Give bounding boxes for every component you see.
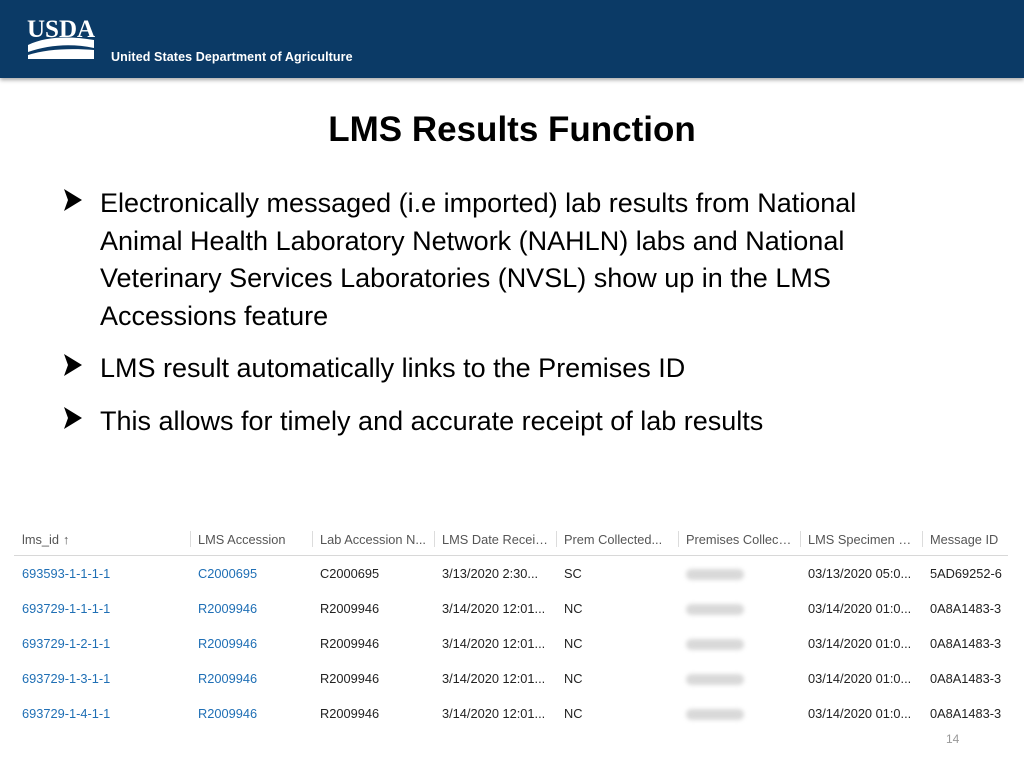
date-received-cell: 3/14/2020 12:01... <box>442 706 546 721</box>
column-header-prem-collected[interactable]: Prem Collected... <box>556 523 678 556</box>
specimen-received-cell: 03/13/2020 05:0... <box>808 566 912 581</box>
accession-link[interactable]: R2009946 <box>190 696 312 731</box>
lms-id-link[interactable]: 693729-1-4-1-1 <box>14 696 190 731</box>
lab-accession-cell: R2009946 <box>320 636 380 651</box>
lms-id-link[interactable]: 693729-1-3-1-1 <box>14 661 190 696</box>
table-row[interactable]: 693729-1-2-1-1 R2009946 R2009946 3/14/20… <box>14 626 1008 661</box>
prem-collected-cell: NC <box>564 601 583 616</box>
lms-results-grid: lms_id ↑ LMS Accession Lab Accession N...… <box>14 523 1008 737</box>
lab-accession-cell: R2009946 <box>320 671 380 686</box>
premises-redacted-cell <box>678 626 800 661</box>
prem-collected-cell: NC <box>564 671 583 686</box>
lms-id-link[interactable]: 693729-1-1-1-1 <box>14 591 190 626</box>
message-id-cell: 0A8A1483-3 <box>930 671 1002 686</box>
usda-header-banner: USDA United States Department of Agricul… <box>0 0 1024 78</box>
lms-id-link[interactable]: 693593-1-1-1-1 <box>14 556 190 592</box>
bullet-item: LMS result automatically links to the Pr… <box>62 350 942 388</box>
department-name: United States Department of Agriculture <box>111 50 353 64</box>
bullet-text: Electronically messaged (i.e imported) l… <box>100 188 857 331</box>
accession-link[interactable]: C2000695 <box>190 556 312 592</box>
bullet-text: LMS result automatically links to the Pr… <box>100 353 686 383</box>
bullet-item: Electronically messaged (i.e imported) l… <box>62 185 942 335</box>
premises-redacted-cell <box>678 556 800 592</box>
specimen-received-cell: 03/14/2020 01:0... <box>808 671 912 686</box>
redacted-value <box>686 639 744 651</box>
lab-accession-cell: C2000695 <box>320 566 380 581</box>
message-id-cell: 0A8A1483-3 <box>930 706 1002 721</box>
specimen-received-cell: 03/14/2020 01:0... <box>808 636 912 651</box>
results-table: lms_id ↑ LMS Accession Lab Accession N...… <box>14 523 1008 731</box>
column-header-message-id[interactable]: Message ID <box>922 523 1008 556</box>
message-id-cell: 5AD69252-6 <box>930 566 1002 581</box>
date-received-cell: 3/14/2020 12:01... <box>442 671 546 686</box>
redacted-value <box>686 709 744 721</box>
accession-link[interactable]: R2009946 <box>190 626 312 661</box>
prem-collected-cell: NC <box>564 636 583 651</box>
column-header-lms-id[interactable]: lms_id ↑ <box>14 523 190 556</box>
lms-id-link[interactable]: 693729-1-2-1-1 <box>14 626 190 661</box>
sort-ascending-icon[interactable]: ↑ <box>63 532 69 547</box>
message-id-cell: 0A8A1483-3 <box>930 636 1002 651</box>
arrowhead-bullet-icon <box>64 189 82 211</box>
redacted-value <box>686 569 744 581</box>
lab-accession-cell: R2009946 <box>320 601 380 616</box>
bullet-text: This allows for timely and accurate rece… <box>100 405 764 436</box>
accession-link[interactable]: R2009946 <box>190 661 312 696</box>
table-row[interactable]: 693593-1-1-1-1 C2000695 C2000695 3/13/20… <box>14 556 1008 592</box>
prem-collected-cell: SC <box>564 566 582 581</box>
redacted-value <box>686 674 744 686</box>
slide-title: LMS Results Function <box>328 110 696 149</box>
table-row[interactable]: 693729-1-4-1-1 R2009946 R2009946 3/14/20… <box>14 696 1008 731</box>
arrowhead-bullet-icon <box>64 406 82 429</box>
usda-logo: USDA <box>27 16 95 59</box>
specimen-received-cell: 03/14/2020 01:0... <box>808 706 912 721</box>
premises-redacted-cell <box>678 696 800 731</box>
lab-accession-cell: R2009946 <box>320 706 380 721</box>
column-header-specimen-received[interactable]: LMS Specimen R... <box>800 523 922 556</box>
column-header-lms-accession[interactable]: LMS Accession <box>190 523 312 556</box>
arrowhead-bullet-icon <box>64 354 82 376</box>
page-number: 14 <box>946 732 960 746</box>
bullet-item: This allows for timely and accurate rece… <box>62 403 942 441</box>
column-header-lab-accession[interactable]: Lab Accession N... <box>312 523 434 556</box>
premises-redacted-cell <box>678 591 800 626</box>
column-header-premises-collect[interactable]: Premises Collect... <box>678 523 800 556</box>
table-header-row: lms_id ↑ LMS Accession Lab Accession N...… <box>14 523 1008 556</box>
prem-collected-cell: NC <box>564 706 583 721</box>
premises-redacted-cell <box>678 661 800 696</box>
accession-link[interactable]: R2009946 <box>190 591 312 626</box>
table-row[interactable]: 693729-1-3-1-1 R2009946 R2009946 3/14/20… <box>14 661 1008 696</box>
table-row[interactable]: 693729-1-1-1-1 R2009946 R2009946 3/14/20… <box>14 591 1008 626</box>
date-received-cell: 3/14/2020 12:01... <box>442 636 546 651</box>
bullet-list: Electronically messaged (i.e imported) l… <box>62 185 942 455</box>
date-received-cell: 3/14/2020 12:01... <box>442 601 546 616</box>
date-received-cell: 3/13/2020 2:30... <box>442 566 539 581</box>
column-header-date-received[interactable]: LMS Date Receiv... <box>434 523 556 556</box>
message-id-cell: 0A8A1483-3 <box>930 601 1002 616</box>
specimen-received-cell: 03/14/2020 01:0... <box>808 601 912 616</box>
redacted-value <box>686 604 744 616</box>
